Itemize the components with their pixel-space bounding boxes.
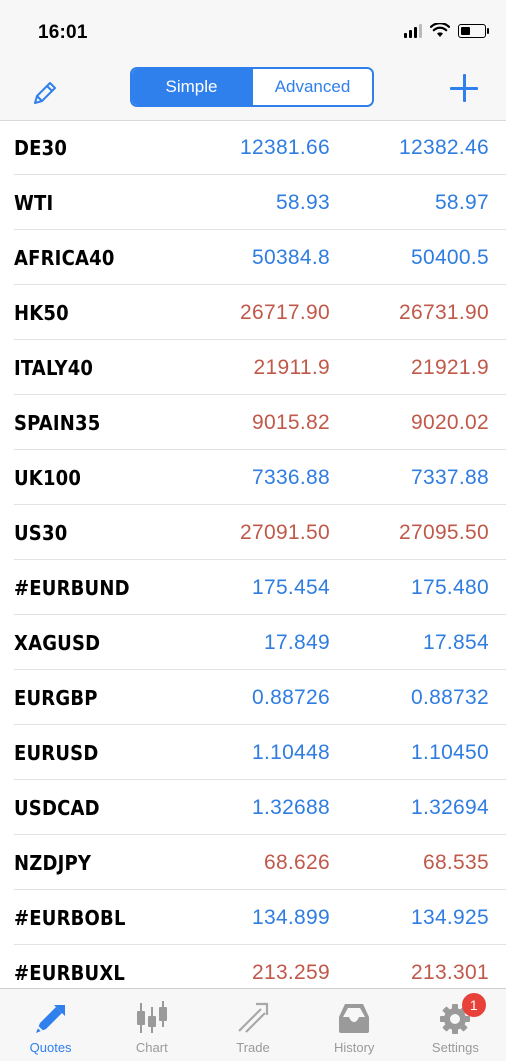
quotes-mode-segmented-control: Simple Advanced (130, 67, 374, 107)
quote-symbol: NZDJPY (14, 850, 92, 875)
quote-bid: 58.93 (275, 190, 330, 214)
quote-ask: 0.88732 (410, 685, 489, 709)
quote-row[interactable]: ITALY40 21911.9 21921.9 (0, 340, 506, 395)
quote-row[interactable]: UK100 7336.88 7337.88 (0, 450, 506, 505)
tab-label: Chart (135, 1040, 168, 1055)
quote-symbol: DE30 (14, 135, 68, 160)
quote-symbol: HK50 (14, 300, 69, 325)
wifi-icon (430, 23, 450, 37)
quote-symbol: WTI (14, 190, 54, 215)
quote-ask: 12382.46 (399, 135, 489, 159)
quote-ask: 1.10450 (410, 740, 489, 764)
quote-row[interactable]: SPAIN35 9015.82 9020.02 (0, 395, 506, 450)
quote-row[interactable]: #EURBOBL 134.899 134.925 (0, 890, 506, 945)
quote-ask: 175.480 (410, 575, 489, 599)
quote-bid: 26717.90 (240, 300, 330, 324)
quote-bid: 21911.9 (253, 355, 330, 379)
history-icon (339, 1004, 370, 1033)
tab-label: Quotes (29, 1040, 72, 1055)
quote-bid: 17.849 (263, 630, 330, 654)
quote-ask: 213.301 (410, 960, 489, 984)
quote-ask: 9020.02 (410, 410, 489, 434)
quote-row[interactable]: EURUSD 1.10448 1.10450 (0, 725, 506, 780)
quote-symbol: XAGUSD (14, 630, 101, 655)
tab-history[interactable]: History (304, 989, 405, 1061)
tab-label: Trade (236, 1040, 270, 1055)
tab-label: Settings (431, 1040, 479, 1055)
quote-ask: 68.535 (422, 850, 489, 874)
quote-symbol: EURGBP (14, 685, 98, 710)
tab-quotes[interactable]: Quotes (0, 989, 101, 1061)
quote-ask: 27095.50 (399, 520, 489, 544)
quote-row[interactable]: #EURBUXL 213.259 213.301 (0, 945, 506, 988)
quote-symbol: USDCAD (14, 795, 100, 820)
quotes-list: DE30 12381.66 12382.46 WTI 58.93 58.97 AFRICA4… (0, 120, 506, 988)
quote-row[interactable]: HK50 26717.90 26731.90 (0, 285, 506, 340)
quote-ask: 21921.9 (410, 355, 489, 379)
status-icons (404, 23, 489, 38)
quote-row[interactable]: WTI 58.93 58.97 (0, 175, 506, 230)
quote-symbol: EURUSD (14, 740, 99, 765)
tab-settings[interactable]: 1 Settings (405, 989, 506, 1061)
quote-symbol: ITALY40 (14, 355, 94, 380)
quote-symbol: #EURBOBL (14, 905, 126, 930)
quote-ask: 17.854 (422, 630, 489, 654)
cellular-signal-icon (404, 23, 422, 38)
quote-bid: 50384.8 (251, 245, 330, 269)
status-time: 16:01 (38, 22, 88, 43)
quote-bid: 134.899 (251, 905, 330, 929)
quote-ask: 58.97 (434, 190, 489, 214)
tab-bar: Quotes Chart Trade History 1 Settings (0, 988, 506, 1061)
quote-row[interactable]: DE30 12381.66 12382.46 (0, 120, 506, 175)
quote-symbol: AFRICA40 (14, 245, 115, 270)
quote-bid: 7336.88 (251, 465, 330, 489)
nav-bar: Simple Advanced (0, 62, 506, 121)
quote-bid: 1.32688 (251, 795, 330, 819)
notification-badge: 1 (461, 993, 486, 1017)
quote-bid: 175.454 (251, 575, 330, 599)
pencil-icon[interactable] (30, 78, 60, 108)
quote-bid: 213.259 (251, 960, 330, 984)
quote-ask: 26731.90 (399, 300, 489, 324)
segment-advanced[interactable]: Advanced (251, 69, 372, 105)
quote-symbol: US30 (14, 520, 68, 545)
tab-chart[interactable]: Chart (101, 989, 202, 1061)
battery-icon (458, 23, 489, 38)
status-bar: 16:01 (0, 0, 506, 62)
quote-bid: 12381.66 (240, 135, 330, 159)
quote-row[interactable]: US30 27091.50 27095.50 (0, 505, 506, 560)
quote-symbol: SPAIN35 (14, 410, 101, 435)
quotes-icon (35, 1005, 65, 1033)
quote-row[interactable]: NZDJPY 68.626 68.535 (0, 835, 506, 890)
tab-label: History (333, 1040, 375, 1055)
tab-trade[interactable]: Trade (202, 989, 303, 1061)
quote-row[interactable]: AFRICA40 50384.8 50400.5 (0, 230, 506, 285)
quote-row[interactable]: EURGBP 0.88726 0.88732 (0, 670, 506, 725)
quote-ask: 50400.5 (410, 245, 489, 269)
chart-icon (136, 1001, 167, 1033)
quote-bid: 1.10448 (251, 740, 330, 764)
quote-bid: 27091.50 (240, 520, 330, 544)
quote-ask: 1.32694 (410, 795, 489, 819)
quote-symbol: #EURBUXL (14, 960, 126, 985)
quote-bid: 68.626 (263, 850, 330, 874)
quote-row[interactable]: #EURBUND 175.454 175.480 (0, 560, 506, 615)
quote-row[interactable]: USDCAD 1.32688 1.32694 (0, 780, 506, 835)
quote-bid: 0.88726 (251, 685, 330, 709)
quote-bid: 9015.82 (251, 410, 330, 434)
add-symbol-button[interactable] (450, 74, 478, 102)
quote-ask: 7337.88 (410, 465, 489, 489)
trade-icon (238, 1002, 269, 1033)
quote-symbol: UK100 (14, 465, 82, 490)
quote-row[interactable]: XAGUSD 17.849 17.854 (0, 615, 506, 670)
segment-simple[interactable]: Simple (132, 69, 251, 105)
quote-ask: 134.925 (410, 905, 489, 929)
quote-symbol: #EURBUND (14, 575, 130, 600)
